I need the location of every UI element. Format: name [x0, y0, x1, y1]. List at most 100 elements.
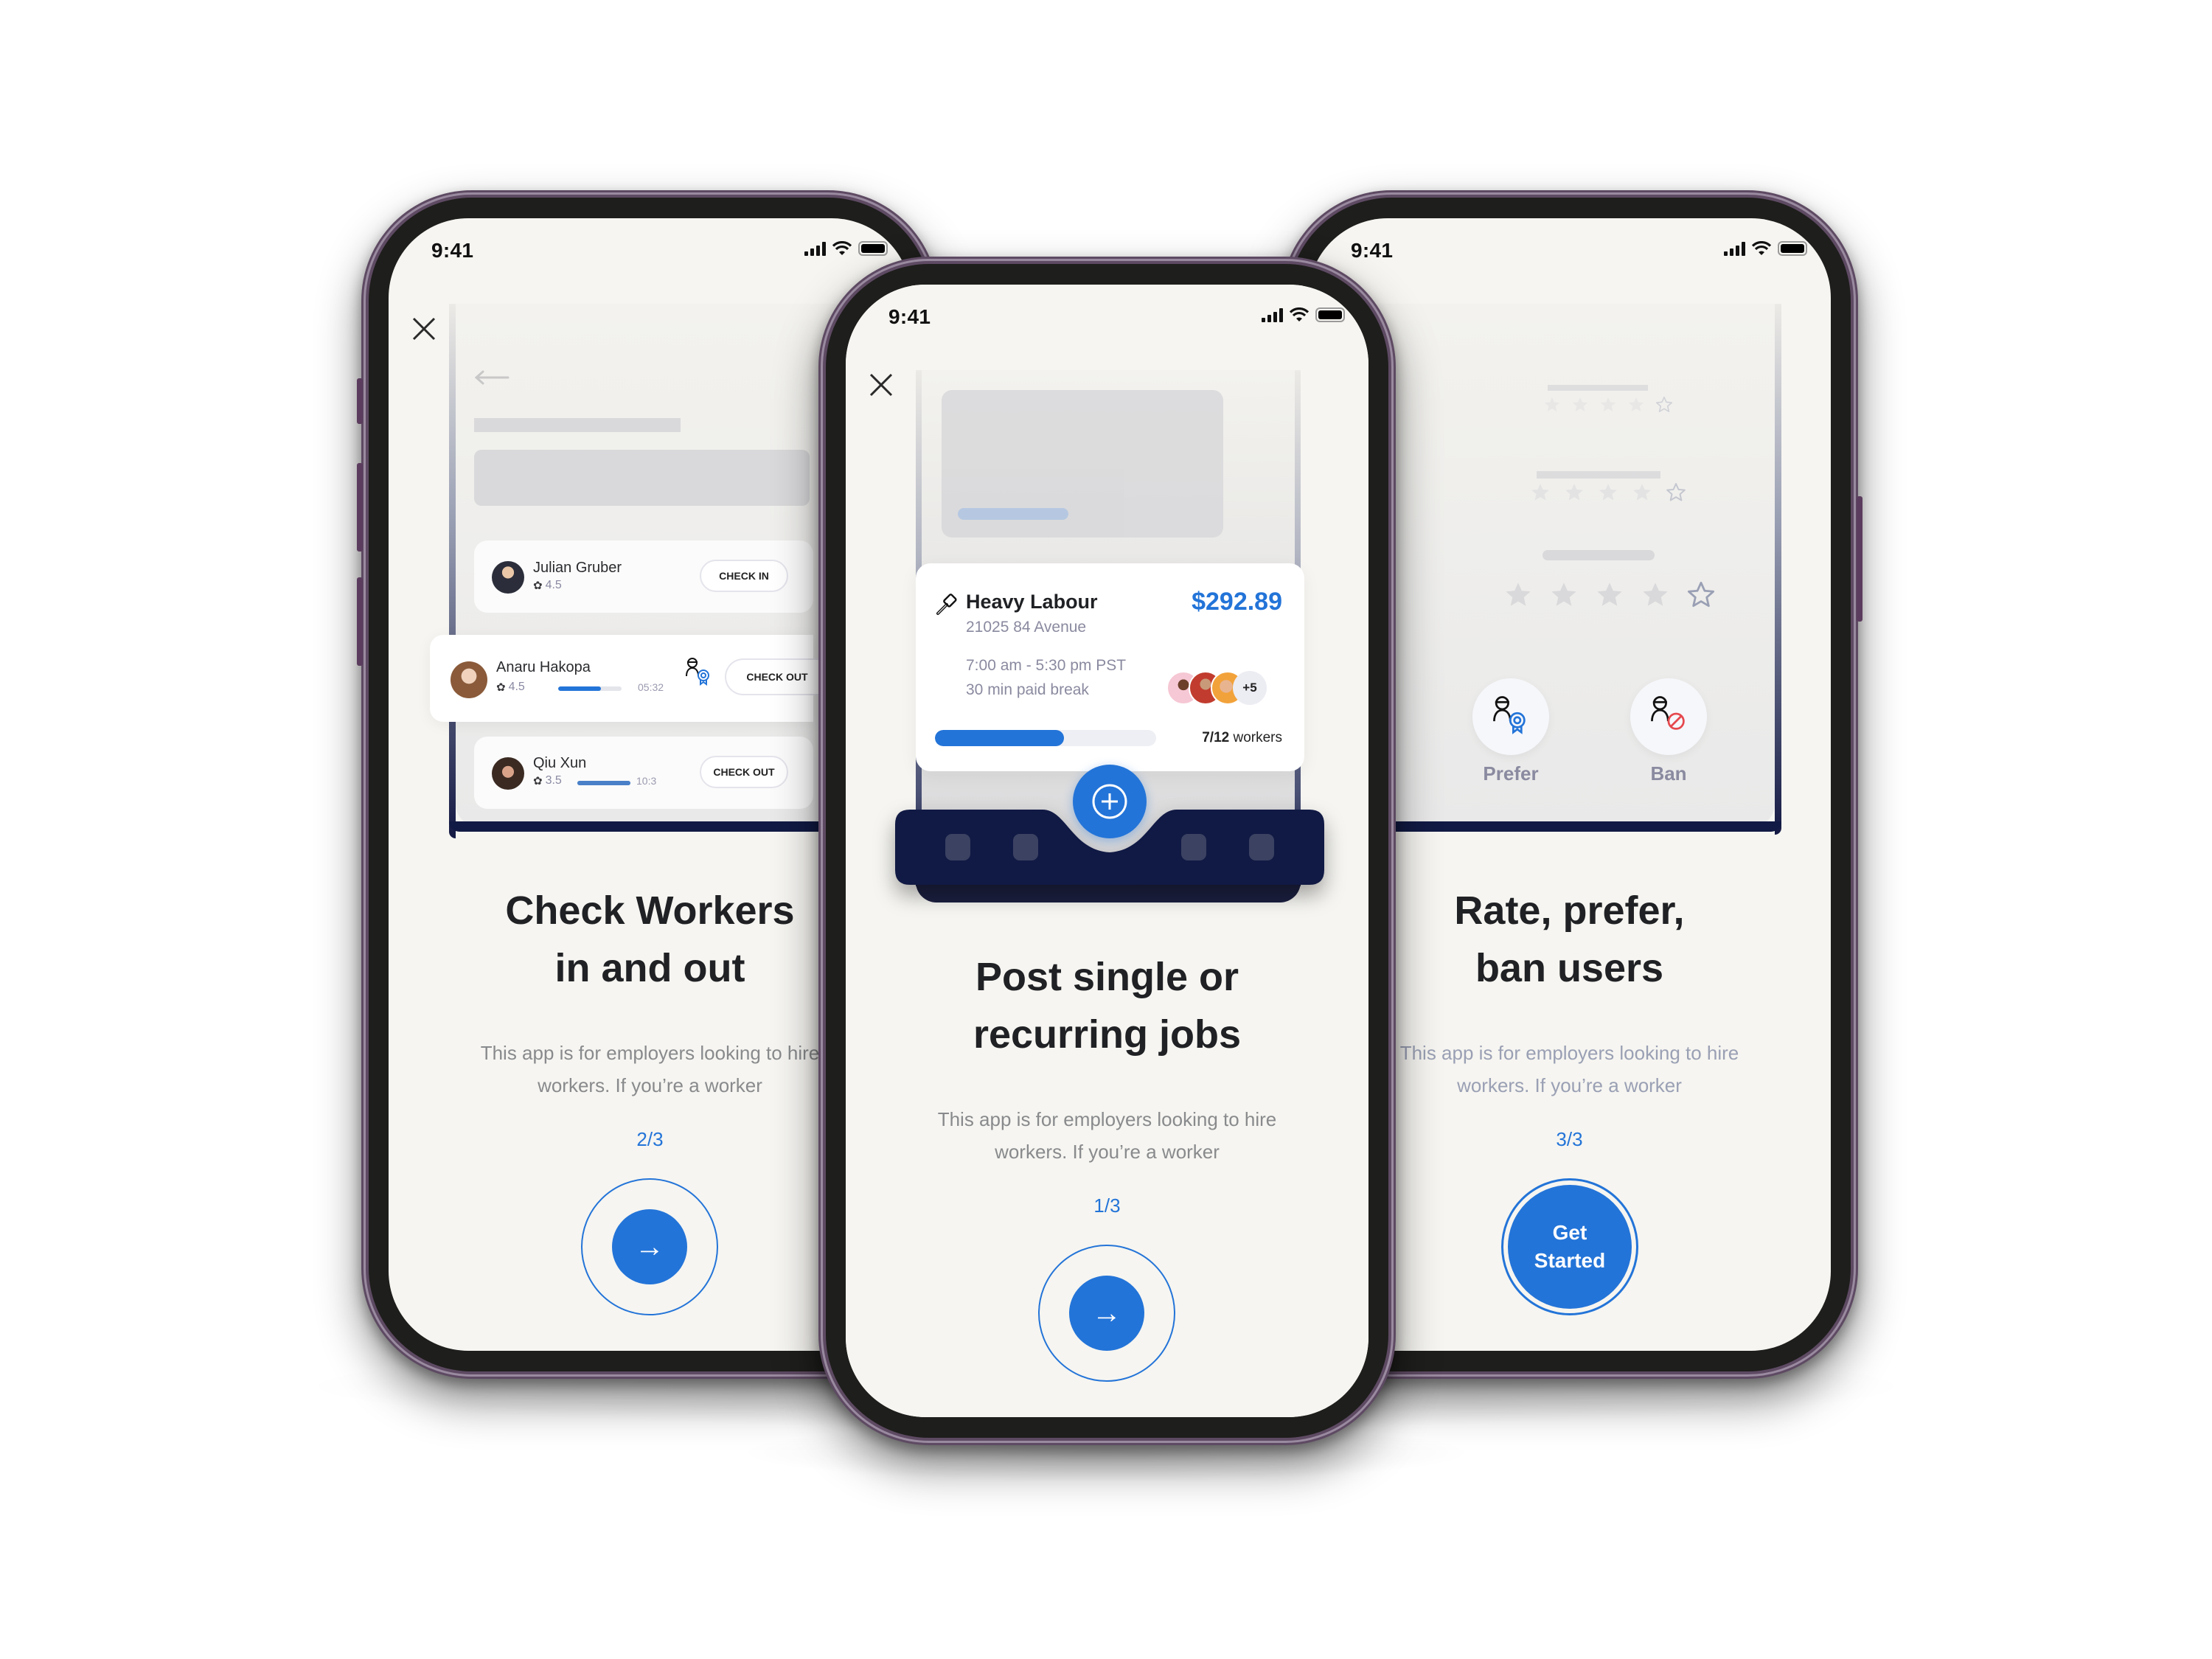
status-bar: 9:41 [846, 285, 1368, 351]
cellular-signal-icon [1724, 241, 1745, 256]
faded-job-card [942, 390, 1223, 538]
close-icon[interactable] [409, 314, 439, 344]
mockup-frame-edge [449, 304, 456, 838]
star-filled-icon[interactable] [1597, 481, 1619, 504]
skeleton-block [474, 450, 810, 506]
close-icon[interactable] [866, 370, 896, 400]
side-button [357, 378, 363, 424]
star-icon: ✿ [533, 580, 543, 592]
side-button [357, 463, 363, 552]
nav-tab-icon[interactable] [1013, 834, 1038, 860]
worker-name: Julian Gruber [533, 560, 622, 576]
skeleton-line [1537, 471, 1660, 479]
more-workers-count: +5 [1233, 671, 1267, 705]
star-filled-icon[interactable] [1503, 580, 1534, 611]
plus-circle-icon [1092, 784, 1127, 819]
star-filled-icon[interactable] [1548, 580, 1579, 611]
workers-count: 7/12 workers [1202, 730, 1282, 745]
page-indicator: 1/3 [1093, 1194, 1121, 1217]
star-rating[interactable] [1503, 580, 1717, 611]
faded-rating-row [1529, 481, 1687, 504]
shift-timer: 10:3 [636, 775, 657, 787]
worker-rating: ✿ 4.5 [496, 681, 525, 694]
shift-progress-bar [577, 781, 630, 785]
check-in-button[interactable]: CHECK IN [700, 560, 788, 592]
phone-center: 9:41 Post single or recurring jobs This … [818, 257, 1396, 1445]
star-filled-icon[interactable] [1571, 395, 1590, 414]
workers-filled-fill [935, 730, 1064, 746]
job-hours: 7:00 am - 5:30 pm PST [966, 657, 1127, 674]
star-empty-icon[interactable] [1665, 481, 1687, 504]
avatar [451, 661, 487, 698]
star-filled-icon[interactable] [1640, 580, 1671, 611]
status-bar: 9:41 [1308, 218, 1831, 285]
faded-rating-row [1543, 395, 1674, 414]
status-time: 9:41 [888, 305, 931, 328]
shift-progress-bar [558, 686, 622, 691]
job-address: 21025 84 Avenue [966, 619, 1087, 636]
status-time: 9:41 [1351, 239, 1394, 262]
get-started-button[interactable]: Get Started [1501, 1178, 1638, 1315]
skeleton-line [1548, 385, 1648, 391]
worker-row: Qiu Xun ✿ 3.5 10:3 CHECK OUT [474, 737, 813, 809]
star-filled-icon[interactable] [1543, 395, 1562, 414]
star-filled-icon[interactable] [1529, 481, 1551, 504]
star-filled-icon[interactable] [1563, 481, 1585, 504]
skeleton-heading [474, 418, 681, 432]
preferred-worker-icon [686, 658, 709, 686]
star-empty-icon[interactable] [1655, 395, 1674, 414]
side-button [357, 577, 363, 666]
preferred-worker-icon [1493, 696, 1526, 734]
next-button[interactable]: → [1038, 1245, 1175, 1382]
arrow-right-icon: → [1069, 1276, 1144, 1351]
nav-tab-icon[interactable] [945, 834, 970, 860]
worker-row: Anaru Hakopa ✿ 4.5 05:32 CHECK OUT [430, 635, 828, 722]
cellular-signal-icon [804, 241, 826, 256]
slide-description: This app is for employers looking to hir… [937, 1108, 1277, 1163]
arrow-right-icon: → [612, 1209, 687, 1284]
worker-name: Qiu Xun [533, 755, 587, 771]
star-filled-icon[interactable] [1627, 395, 1646, 414]
worker-name: Anaru Hakopa [496, 659, 591, 675]
wifi-icon [1752, 241, 1771, 255]
cellular-signal-icon [1262, 307, 1283, 322]
shift-progress-fill [577, 781, 630, 785]
status-bar: 9:41 [389, 218, 911, 285]
worker-rating: ✿ 4.5 [533, 579, 562, 592]
wifi-icon [832, 241, 852, 255]
battery-icon [858, 241, 888, 256]
avatar [492, 757, 524, 790]
side-button [1857, 496, 1863, 622]
star-filled-icon[interactable] [1631, 481, 1653, 504]
check-out-button[interactable]: CHECK OUT [700, 756, 788, 788]
next-button[interactable]: → [581, 1178, 718, 1315]
nav-tab-icon[interactable] [1249, 834, 1274, 860]
prefer-button[interactable] [1472, 678, 1549, 755]
nav-tab-icon[interactable] [1181, 834, 1206, 860]
worker-rating: ✿ 3.5 [533, 774, 562, 787]
ban-worker-icon [1651, 696, 1685, 730]
job-break: 30 min paid break [966, 681, 1089, 698]
star-icon: ✿ [533, 775, 543, 787]
prefer-label: Prefer [1483, 762, 1539, 785]
ban-button[interactable] [1630, 678, 1707, 755]
star-filled-icon[interactable] [1599, 395, 1618, 414]
star-icon: ✿ [496, 681, 506, 694]
hammer-icon [936, 594, 957, 615]
ban-label: Ban [1650, 762, 1687, 785]
slide-title: Post single or recurring jobs [973, 955, 1242, 1057]
job-price: $292.89 [1192, 588, 1282, 616]
job-title: Heavy Labour [966, 591, 1098, 613]
avatar [492, 561, 524, 594]
workers-filled-bar [935, 730, 1156, 746]
add-job-button[interactable] [1073, 765, 1147, 838]
mockup-frame-bottom [916, 882, 1301, 902]
battery-icon [1778, 241, 1807, 256]
check-out-button[interactable]: CHECK OUT [725, 658, 828, 695]
battery-icon [1315, 307, 1345, 322]
back-arrow-icon [474, 370, 509, 385]
job-card[interactable]: Heavy Labour $292.89 21025 84 Avenue 7:0… [916, 563, 1304, 771]
star-filled-icon[interactable] [1594, 580, 1625, 611]
worker-row: Julian Gruber ✿ 4.5 CHECK IN [474, 540, 813, 613]
star-empty-icon[interactable] [1686, 580, 1717, 611]
